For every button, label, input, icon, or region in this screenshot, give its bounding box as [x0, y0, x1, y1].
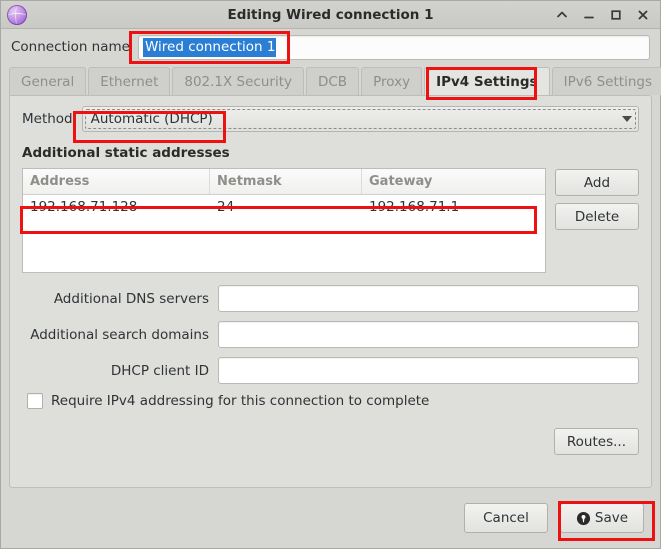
connection-name-value: Wired connection 1	[142, 37, 277, 57]
tab-ipv6-settings[interactable]: IPv6 Settings	[551, 67, 661, 95]
cell-address: 192.168.71.128	[30, 199, 138, 215]
ipv4-settings-panel: Method Automatic (DHCP) Additional stati…	[9, 95, 652, 488]
routes-row: Routes...	[22, 428, 639, 455]
column-header-gateway[interactable]: Gateway	[362, 169, 545, 194]
tab-ethernet[interactable]: Ethernet	[88, 67, 171, 95]
method-selected-value: Automatic (DHCP)	[90, 111, 213, 127]
cancel-button[interactable]: Cancel	[464, 503, 548, 533]
connection-name-input[interactable]: Wired connection 1	[137, 34, 650, 60]
require-ipv4-row[interactable]: Require IPv4 addressing for this connect…	[27, 393, 639, 409]
minimize-window-button[interactable]	[582, 7, 596, 23]
method-label: Method	[22, 111, 73, 127]
routes-button[interactable]: Routes...	[553, 428, 639, 455]
static-addresses-table[interactable]: Address Netmask Gateway 192.168.71.128 2…	[22, 168, 546, 273]
maximize-window-button[interactable]	[609, 7, 623, 23]
search-domains-input[interactable]	[218, 321, 639, 348]
settings-tabs: General Ethernet 802.1X Security DCB Pro…	[1, 65, 661, 95]
tab-general[interactable]: General	[9, 67, 87, 95]
search-domains-label: Additional search domains	[30, 326, 209, 343]
table-row[interactable]: 192.168.71.128 24 192.168.71.1	[23, 195, 545, 219]
tab-proxy[interactable]: Proxy	[361, 67, 423, 95]
add-address-button[interactable]: Add	[555, 169, 639, 196]
tab-8021x-security[interactable]: 802.1X Security	[172, 67, 304, 95]
tab-dcb[interactable]: DCB	[305, 67, 360, 95]
column-header-netmask[interactable]: Netmask	[210, 169, 362, 194]
titlebar: Editing Wired connection 1	[1, 1, 660, 29]
dialog-footer: Cancel Save	[1, 488, 660, 548]
cell-netmask: 24	[217, 199, 235, 215]
tab-ipv4-settings[interactable]: IPv4 Settings	[424, 67, 550, 95]
static-addresses-title: Additional static addresses	[22, 145, 230, 161]
method-row: Method Automatic (DHCP)	[22, 106, 639, 132]
network-globe-icon	[7, 4, 27, 25]
search-domains-row: Additional search domains	[22, 321, 639, 348]
chevron-down-icon	[622, 116, 632, 122]
authentication-lock-icon	[576, 511, 591, 526]
editing-connection-dialog: Editing Wired connection 1 Connection na…	[0, 0, 661, 549]
connection-name-label: Connection name	[11, 39, 130, 55]
table-action-buttons: Add Delete	[555, 168, 639, 230]
save-button[interactable]: Save	[560, 503, 644, 533]
method-dropdown[interactable]: Automatic (DHCP)	[81, 106, 639, 132]
save-button-label: Save	[594, 510, 629, 526]
column-header-address[interactable]: Address	[23, 169, 210, 194]
delete-address-button[interactable]: Delete	[555, 203, 639, 230]
dhcp-client-id-row: DHCP client ID	[22, 357, 639, 384]
ipv4-form-fields: Additional DNS servers Additional search…	[22, 285, 639, 384]
shade-window-button[interactable]	[555, 7, 569, 23]
require-ipv4-checkbox[interactable]	[27, 393, 43, 409]
cell-gateway: 192.168.71.1	[369, 199, 460, 215]
dns-servers-row: Additional DNS servers	[22, 285, 639, 312]
connection-name-row: Connection name Wired connection 1	[1, 29, 660, 65]
close-window-button[interactable]	[636, 7, 650, 23]
static-addresses-area: Address Netmask Gateway 192.168.71.128 2…	[22, 168, 639, 273]
dns-servers-label: Additional DNS servers	[53, 290, 209, 307]
table-header-row: Address Netmask Gateway	[23, 169, 545, 195]
dhcp-client-id-input[interactable]	[218, 357, 639, 384]
dns-servers-input[interactable]	[218, 285, 639, 312]
dhcp-client-id-label: DHCP client ID	[110, 362, 209, 379]
window-controls	[555, 7, 654, 23]
require-ipv4-label: Require IPv4 addressing for this connect…	[51, 393, 430, 409]
